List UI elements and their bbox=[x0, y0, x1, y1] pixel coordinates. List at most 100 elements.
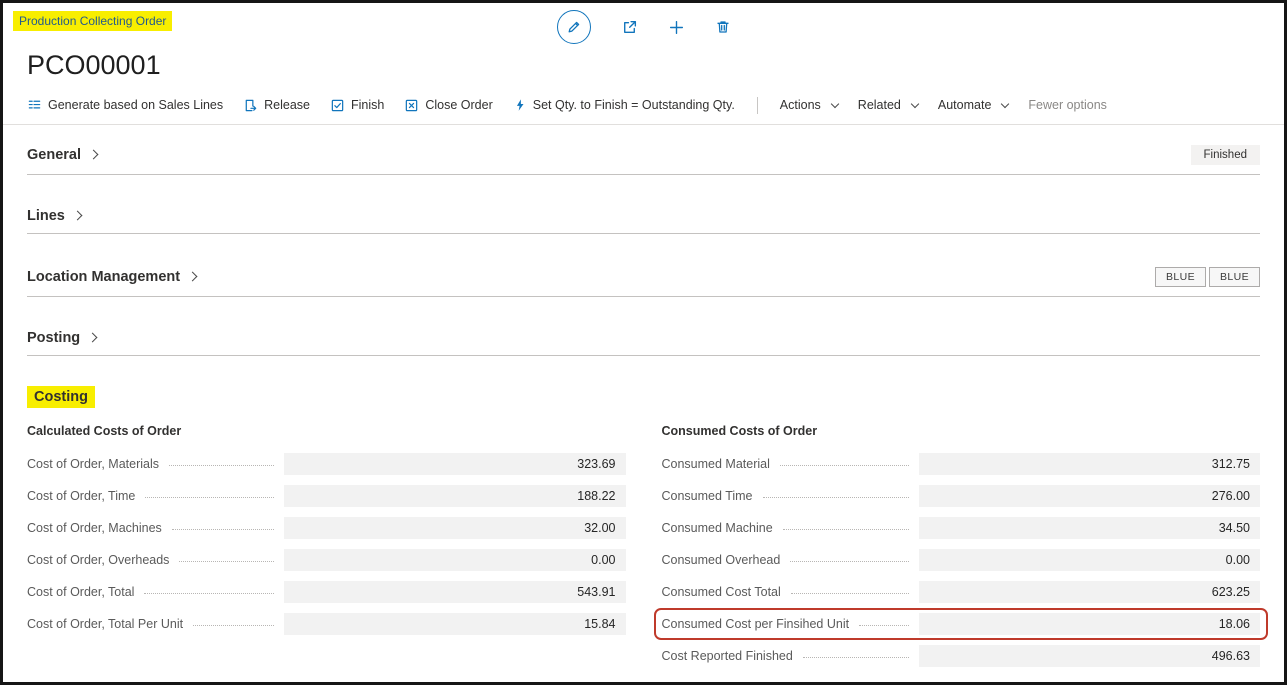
field-label: Cost of Order, Total bbox=[27, 585, 134, 599]
section-divider bbox=[27, 233, 1260, 234]
field-cost-of-order-machines: Cost of Order, Machines 32.00 bbox=[27, 517, 626, 539]
section-location-management-toggle[interactable]: Location Management bbox=[27, 269, 196, 285]
finish-button[interactable]: Finish bbox=[330, 98, 384, 113]
group-caption: Consumed Costs of Order bbox=[662, 424, 1261, 438]
action-bar: Generate based on Sales Lines Release Fi… bbox=[3, 87, 1284, 125]
related-menu[interactable]: Related bbox=[858, 98, 918, 112]
field-value[interactable]: 0.00 bbox=[284, 549, 625, 571]
set-qty-to-finish-button[interactable]: Set Qty. to Finish = Outstanding Qty. bbox=[513, 98, 735, 112]
action-label: Generate based on Sales Lines bbox=[48, 98, 223, 112]
status-badge[interactable]: Finished bbox=[1191, 145, 1260, 165]
field-value[interactable]: 18.06 bbox=[919, 613, 1260, 635]
field-value[interactable]: 623.25 bbox=[919, 581, 1260, 603]
add-icon[interactable] bbox=[668, 19, 685, 36]
field-consumed-cost-total: Consumed Cost Total 623.25 bbox=[662, 581, 1261, 603]
location-badge[interactable]: BLUE bbox=[1209, 267, 1260, 287]
close-order-button[interactable]: Close Order bbox=[404, 98, 492, 113]
field-label: Cost of Order, Machines bbox=[27, 521, 162, 535]
field-value[interactable]: 188.22 bbox=[284, 485, 625, 507]
location-badges: BLUE BLUE bbox=[1155, 267, 1260, 287]
field-value[interactable]: 496.63 bbox=[919, 645, 1260, 667]
group-caption: Calculated Costs of Order bbox=[27, 424, 626, 438]
section-posting-toggle[interactable]: Posting bbox=[27, 330, 96, 346]
lightning-icon bbox=[513, 98, 527, 112]
section-title: Posting bbox=[27, 330, 80, 346]
dotted-leader bbox=[803, 657, 909, 658]
field-label: Consumed Cost Total bbox=[662, 585, 781, 599]
field-consumed-time: Consumed Time 276.00 bbox=[662, 485, 1261, 507]
menu-label: Automate bbox=[938, 98, 992, 112]
section-lines-toggle[interactable]: Lines bbox=[27, 208, 81, 224]
dotted-leader bbox=[780, 465, 909, 466]
dotted-leader bbox=[763, 497, 909, 498]
field-label: Consumed Time bbox=[662, 489, 753, 503]
action-label: Release bbox=[264, 98, 310, 112]
actions-menu[interactable]: Actions bbox=[780, 98, 838, 112]
section-divider bbox=[27, 174, 1260, 175]
fewer-options-button[interactable]: Fewer options bbox=[1028, 98, 1107, 112]
dotted-leader bbox=[790, 561, 909, 562]
section-title: Lines bbox=[27, 208, 65, 224]
section-posting: Posting bbox=[27, 330, 1260, 346]
field-label: Consumed Overhead bbox=[662, 553, 781, 567]
location-badge[interactable]: BLUE bbox=[1155, 267, 1206, 287]
field-consumed-material: Consumed Material 312.75 bbox=[662, 453, 1261, 475]
action-bar-separator bbox=[757, 97, 758, 114]
page-caption: Production Collecting Order bbox=[13, 11, 172, 31]
dotted-leader bbox=[783, 529, 909, 530]
page: Production Collecting Order bbox=[0, 0, 1287, 685]
field-value[interactable]: 32.00 bbox=[284, 517, 625, 539]
field-cost-of-order-time: Cost of Order, Time 188.22 bbox=[27, 485, 626, 507]
field-value[interactable]: 323.69 bbox=[284, 453, 625, 475]
field-cost-of-order-materials: Cost of Order, Materials 323.69 bbox=[27, 453, 626, 475]
section-general-toggle[interactable]: General bbox=[27, 147, 97, 163]
chevron-right-icon bbox=[89, 150, 99, 160]
field-label: Cost of Order, Total Per Unit bbox=[27, 617, 183, 631]
field-value[interactable]: 312.75 bbox=[919, 453, 1260, 475]
top-bar: Production Collecting Order bbox=[3, 3, 1284, 51]
section-general: General Finished bbox=[27, 145, 1260, 165]
field-cost-reported-finished: Cost Reported Finished 496.63 bbox=[662, 645, 1261, 667]
menu-label: Related bbox=[858, 98, 901, 112]
action-label: Close Order bbox=[425, 98, 492, 112]
chevron-down-icon bbox=[831, 99, 839, 107]
field-consumed-machine: Consumed Machine 34.50 bbox=[662, 517, 1261, 539]
section-costing-title[interactable]: Costing bbox=[27, 386, 95, 408]
dotted-leader bbox=[145, 497, 274, 498]
section-title: General bbox=[27, 147, 81, 163]
delete-icon[interactable] bbox=[715, 19, 731, 35]
field-value[interactable]: 543.91 bbox=[284, 581, 625, 603]
dotted-leader bbox=[172, 529, 275, 530]
pencil-icon bbox=[566, 19, 582, 35]
field-cost-of-order-overheads: Cost of Order, Overheads 0.00 bbox=[27, 549, 626, 571]
field-label: Cost Reported Finished bbox=[662, 649, 793, 663]
automate-menu[interactable]: Automate bbox=[938, 98, 1009, 112]
field-cost-of-order-total: Cost of Order, Total 543.91 bbox=[27, 581, 626, 603]
page-content: General Finished Lines Location Manageme… bbox=[3, 145, 1284, 677]
section-divider bbox=[27, 296, 1260, 297]
menu-label: Actions bbox=[780, 98, 821, 112]
section-title: Location Management bbox=[27, 269, 180, 285]
chevron-right-icon bbox=[88, 333, 98, 343]
dotted-leader bbox=[193, 625, 274, 626]
field-value[interactable]: 0.00 bbox=[919, 549, 1260, 571]
field-value[interactable]: 34.50 bbox=[919, 517, 1260, 539]
dotted-leader bbox=[179, 561, 274, 562]
field-label: Consumed Cost per Finsihed Unit bbox=[662, 617, 850, 631]
finish-icon bbox=[330, 98, 345, 113]
generate-based-on-sales-lines-button[interactable]: Generate based on Sales Lines bbox=[27, 98, 223, 113]
release-button[interactable]: Release bbox=[243, 98, 310, 113]
edit-icon[interactable] bbox=[557, 10, 591, 44]
field-value[interactable]: 276.00 bbox=[919, 485, 1260, 507]
release-icon bbox=[243, 98, 258, 113]
share-icon[interactable] bbox=[621, 19, 638, 36]
section-lines: Lines bbox=[27, 208, 1260, 224]
chevron-right-icon bbox=[72, 211, 82, 221]
field-value[interactable]: 15.84 bbox=[284, 613, 625, 635]
page-title: PCO00001 bbox=[3, 51, 1284, 81]
field-consumed-overhead: Consumed Overhead 0.00 bbox=[662, 549, 1261, 571]
dotted-leader bbox=[859, 625, 909, 626]
field-consumed-cost-per-finished-unit-highlighted: Consumed Cost per Finsihed Unit 18.06 bbox=[654, 608, 1269, 640]
close-order-icon bbox=[404, 98, 419, 113]
sales-lines-icon bbox=[27, 98, 42, 113]
